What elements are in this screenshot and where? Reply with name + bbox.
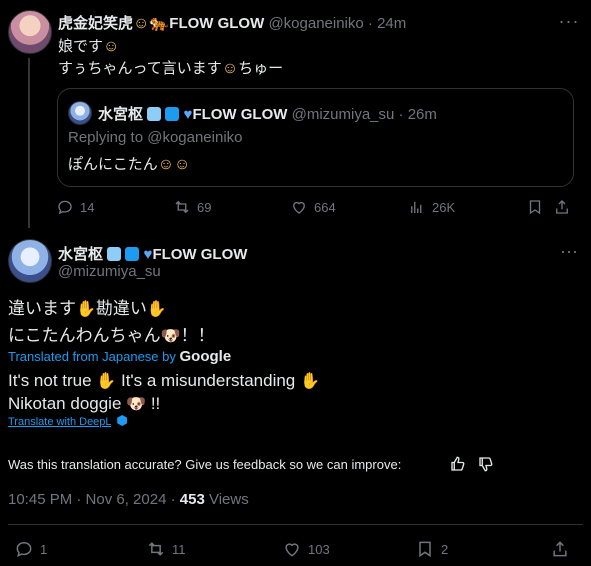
translation-feedback: Was this translation accurate? Give us f…: [8, 457, 402, 472]
reply-icon: [58, 200, 72, 215]
repost-button[interactable]: 69: [173, 198, 211, 216]
quote-header: 水宮枢 ♥FLOW GLOW @mizumiya_su · 26m: [98, 106, 437, 123]
thumbs-down-button[interactable]: [477, 455, 495, 473]
thumbs-up-button[interactable]: [449, 455, 467, 473]
more-options-icon[interactable]: ···: [558, 10, 580, 32]
smile-emoji: ☺: [103, 38, 120, 55]
google-logo: Google: [179, 348, 232, 365]
repost-icon: [148, 542, 164, 556]
repeat-icon: [125, 247, 140, 261]
reply-button[interactable]: 14: [56, 198, 94, 216]
speech-bubble-icon: [147, 107, 162, 121]
dog-emoji: 🐶: [126, 396, 147, 413]
quoted-tweet[interactable]: 水宮枢 ♥FLOW GLOW @mizumiya_su · 26m Replyi…: [57, 88, 574, 187]
tweet-header: 虎金妃笑虎☺🐅FLOW GLOW @koganeiniko · 24m: [58, 15, 407, 32]
share-icon: [553, 541, 567, 557]
raised-hand-emoji: ✋: [76, 301, 96, 318]
smile-emoji: ☺: [221, 60, 239, 77]
raised-hand-emoji: ✋: [146, 301, 167, 318]
display-name-suffix: FLOW GLOW: [152, 246, 248, 263]
heart-icon: [285, 543, 299, 557]
repost-icon: [175, 200, 189, 214]
views-button[interactable]: 26K: [408, 198, 455, 216]
avatar: [68, 101, 92, 125]
tiger-emoji: 🐅: [149, 15, 170, 32]
like-button[interactable]: 664: [290, 198, 336, 216]
share-button[interactable]: [550, 539, 570, 559]
translation-text: It's not true ✋ It's a misunderstanding …: [8, 371, 320, 413]
smile-emoji: ☺: [133, 15, 150, 32]
display-name[interactable]: 水宮枢: [58, 246, 103, 263]
reply-button[interactable]: 1: [14, 539, 47, 559]
thumbs-up-icon: [451, 456, 465, 471]
dog-emoji: 🐶: [160, 328, 181, 345]
bookmark-button[interactable]: [526, 198, 544, 216]
share-icon: [556, 200, 568, 214]
thumbs-down-icon: [479, 457, 493, 472]
reply-icon: [16, 541, 32, 558]
avatar[interactable]: [8, 10, 52, 54]
smile-emoji: ☺: [157, 156, 175, 173]
heart-icon: [293, 201, 305, 214]
raised-hand-emoji: ✋: [96, 373, 117, 390]
timestamp[interactable]: 24m: [377, 15, 406, 32]
avatar[interactable]: [8, 239, 52, 283]
views-icon: [411, 201, 422, 213]
action-bar: 1 11 103 2: [14, 539, 574, 561]
translated-from: Translated from Japanese by Google: [8, 348, 232, 365]
views-count: 453: [179, 491, 205, 508]
raised-hand-emoji: ✋: [300, 373, 320, 390]
repeat-icon: [165, 107, 180, 121]
display-name-suffix: FLOW GLOW: [169, 15, 265, 32]
post-timestamp[interactable]: 10:45 PM · Nov 6, 2024 ·: [8, 491, 176, 508]
quote-text: ぽんにこたん☺☺: [68, 156, 191, 173]
speech-bubble-icon: [107, 247, 122, 261]
deepl-icon: [117, 415, 128, 426]
bookmark-button[interactable]: 2: [415, 539, 448, 559]
smile-emoji: ☺: [174, 156, 191, 173]
tweet-header: 水宮枢 ♥FLOW GLOW: [58, 243, 247, 264]
translate-with-deepl[interactable]: Translate with DeepL: [8, 415, 128, 428]
share-button[interactable]: [553, 198, 571, 216]
post-meta: 10:45 PM · Nov 6, 2024 · 453 Views: [8, 491, 249, 508]
handle[interactable]: @koganeiniko: [268, 15, 363, 32]
replying-to: Replying to @koganeiniko: [68, 129, 243, 146]
views-label: Views: [208, 491, 249, 508]
bookmark-icon: [419, 541, 431, 558]
more-options-icon[interactable]: ···: [558, 240, 580, 262]
repost-button[interactable]: 11: [146, 539, 186, 559]
handle[interactable]: @mizumiya_su: [58, 263, 161, 280]
like-button[interactable]: 103: [282, 539, 330, 559]
thread-line: [28, 58, 30, 228]
display-name[interactable]: 虎金妃笑虎: [58, 15, 133, 32]
divider: [8, 524, 583, 525]
bookmark-icon: [529, 200, 541, 215]
tweet-text: 娘です☺ すぅちゃんって言います☺ちゅー: [58, 38, 284, 77]
action-bar: 14 69 664 26K: [56, 198, 576, 220]
tweet-text: 違います✋勘違い✋ にこたんわんちゃん🐶！！: [8, 299, 215, 345]
